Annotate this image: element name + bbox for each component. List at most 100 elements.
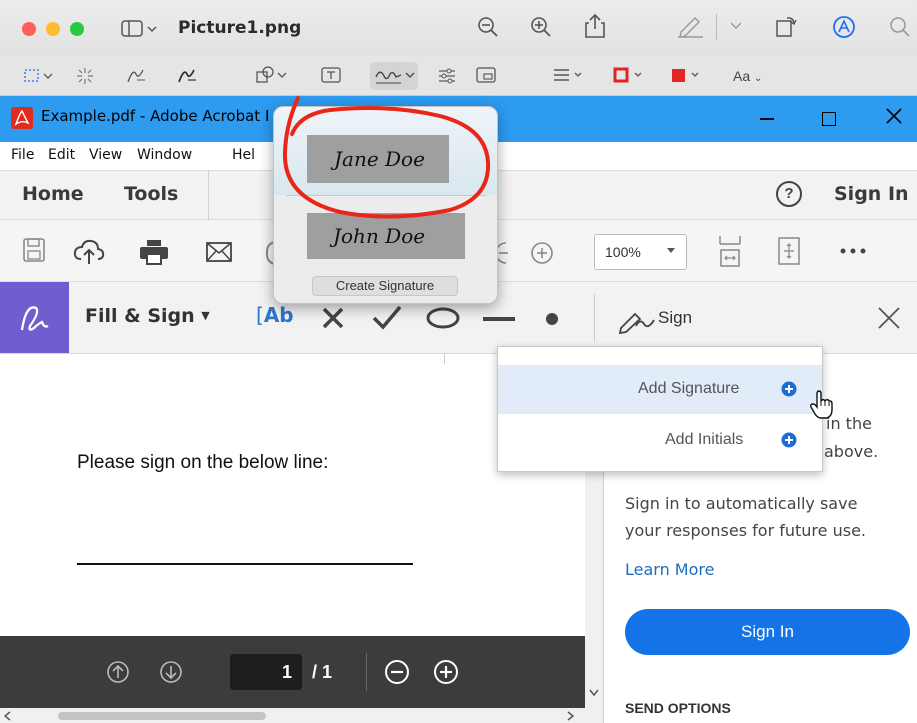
close-fill-sign-icon[interactable] xyxy=(877,306,901,330)
chevron-down-icon: ⌄ xyxy=(754,73,763,84)
autosave-text-line1: Sign in to automatically save xyxy=(625,494,858,513)
tab-tools[interactable]: Tools xyxy=(124,183,178,205)
maximize-icon[interactable] xyxy=(822,112,836,126)
sign-in-button[interactable]: Sign In xyxy=(625,609,910,655)
page-total: / 1 xyxy=(312,662,333,682)
sketch-icon[interactable] xyxy=(125,66,147,86)
zoom-in-icon[interactable] xyxy=(530,16,552,38)
fill-sign-menu[interactable]: Fill & Sign ▼ xyxy=(85,305,210,327)
page-number-input[interactable]: 1 xyxy=(230,654,302,690)
tab-home[interactable]: Home xyxy=(22,183,84,205)
shape-style-icon[interactable] xyxy=(553,67,585,83)
fill-color-button[interactable] xyxy=(670,67,706,83)
pagebar-divider xyxy=(366,653,367,691)
close-icon[interactable] xyxy=(885,107,903,125)
add-text-tool[interactable]: [Ab xyxy=(256,303,294,327)
line-tool-icon[interactable] xyxy=(483,317,515,321)
share-icon[interactable] xyxy=(584,13,606,39)
more-tools-icon[interactable] xyxy=(840,248,866,254)
cloud-upload-icon[interactable] xyxy=(73,239,105,265)
shapes-icon[interactable] xyxy=(256,66,290,84)
window-title: Picture1.png xyxy=(178,18,302,38)
autosave-text-line2: your responses for future use. xyxy=(625,521,866,540)
panel-partial-text-2: above. xyxy=(824,442,879,461)
text-cursor-icon: [ xyxy=(256,303,264,327)
sign-dropdown-menu: Add Signature Add Initials xyxy=(497,346,823,472)
check-mark-icon[interactable] xyxy=(372,304,402,330)
pen-sign-icon xyxy=(618,312,655,334)
zoom-in-circle-icon[interactable] xyxy=(433,659,459,685)
zoom-out-icon[interactable] xyxy=(477,16,499,38)
rotate-icon[interactable] xyxy=(775,14,797,38)
fill-sign-label: Fill & Sign xyxy=(85,305,195,327)
horizontal-scrollbar[interactable] xyxy=(0,708,585,723)
help-icon[interactable]: ? xyxy=(776,181,802,207)
minimize-window-button[interactable] xyxy=(46,22,60,36)
menu-window[interactable]: Window xyxy=(137,147,192,163)
circle-tool-icon[interactable] xyxy=(425,307,461,329)
fit-page-icon[interactable] xyxy=(718,232,742,268)
send-options-heading: SEND OPTIONS xyxy=(625,700,731,716)
page-navigation-bar: 1 / 1 xyxy=(0,636,585,708)
menu-file[interactable]: File xyxy=(11,147,34,163)
minimize-icon[interactable] xyxy=(760,118,774,120)
rectangular-selection-icon[interactable] xyxy=(24,68,58,84)
print-icon[interactable] xyxy=(139,239,169,265)
zoom-in-page-icon[interactable] xyxy=(530,241,554,265)
full-screen-icon[interactable] xyxy=(777,236,801,266)
scroll-right-arrow-icon[interactable] xyxy=(566,711,574,721)
markup-toolbar-icon[interactable] xyxy=(832,15,856,39)
sidebar-toggle-icon[interactable] xyxy=(121,19,159,39)
scroll-left-arrow-icon[interactable] xyxy=(4,711,12,721)
nav-divider xyxy=(208,170,209,220)
signature-line xyxy=(77,563,413,565)
menu-edit[interactable]: Edit xyxy=(48,147,75,163)
preview-titlebar: Picture1.png xyxy=(0,0,917,56)
add-text-label: Ab xyxy=(263,303,294,327)
scroll-down-arrow-icon[interactable] xyxy=(589,689,599,697)
toolbar-divider xyxy=(716,14,717,40)
chevron-down-icon[interactable] xyxy=(730,22,742,30)
save-icon[interactable] xyxy=(22,237,46,263)
draw-icon[interactable] xyxy=(176,66,198,86)
hand-cursor-icon xyxy=(809,390,835,420)
text-box-icon[interactable] xyxy=(321,66,341,84)
adjust-size-icon[interactable] xyxy=(476,66,496,84)
add-initials-item[interactable]: Add Initials xyxy=(498,417,822,463)
add-signature-item[interactable]: Add Signature xyxy=(498,365,822,414)
text-style-button[interactable]: Aa ⌄ xyxy=(733,68,762,84)
cross-mark-icon[interactable] xyxy=(321,306,345,330)
dot-tool-icon[interactable] xyxy=(546,313,558,325)
acrobat-logo-icon xyxy=(11,107,33,129)
menu-view[interactable]: View xyxy=(89,147,122,163)
page-number-value: 1 xyxy=(281,662,292,682)
plus-circle-icon xyxy=(781,381,797,397)
next-page-icon[interactable] xyxy=(159,660,183,684)
red-annotation-circle xyxy=(282,96,491,219)
border-color-button[interactable] xyxy=(613,67,649,83)
menu-help[interactable]: Hel xyxy=(232,147,255,163)
zoom-out-circle-icon[interactable] xyxy=(384,659,410,685)
fill-sign-tool-icon xyxy=(0,282,69,353)
signature-tool-button[interactable] xyxy=(370,62,418,90)
create-signature-button[interactable]: Create Signature xyxy=(312,276,458,296)
learn-more-link[interactable]: Learn More xyxy=(625,560,714,579)
zoom-level-value: 100% xyxy=(605,244,641,260)
email-icon[interactable] xyxy=(206,242,232,262)
instant-alpha-icon[interactable] xyxy=(76,67,94,85)
close-window-button[interactable] xyxy=(22,22,36,36)
scroll-thumb[interactable] xyxy=(58,712,266,720)
plus-circle-icon xyxy=(781,432,797,448)
search-icon[interactable] xyxy=(889,16,911,38)
caret-down-icon: ▼ xyxy=(201,309,210,322)
markup-pen-icon[interactable] xyxy=(675,14,705,38)
caret-down-icon xyxy=(666,247,676,255)
zoom-window-button[interactable] xyxy=(70,22,84,36)
zoom-level-select[interactable]: 100% xyxy=(594,234,687,270)
adjust-color-icon[interactable] xyxy=(438,67,456,85)
sign-label: Sign xyxy=(658,308,693,327)
nav-sign-in[interactable]: Sign In xyxy=(834,183,909,205)
previous-page-icon[interactable] xyxy=(106,660,130,684)
text-style-label: Aa xyxy=(733,68,751,84)
add-signature-label: Add Signature xyxy=(638,380,740,397)
